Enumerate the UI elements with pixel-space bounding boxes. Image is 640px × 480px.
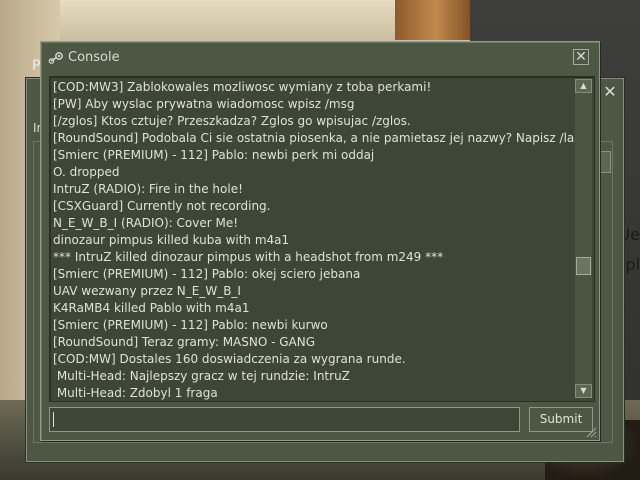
background-dialog-close-icon[interactable]: ✕ [603, 84, 617, 100]
log-scrollbar[interactable]: ▲ ▼ [575, 79, 592, 398]
close-icon: ✕ [575, 49, 587, 65]
log-line: N_E_W_B_I (RADIO): Cover Me! [53, 216, 239, 230]
log-line: [Smierc (PREMIUM) - 112] Pablo: newbi ku… [53, 318, 328, 332]
text-caret [53, 412, 54, 427]
console-titlebar[interactable]: Console ✕ [41, 42, 599, 74]
scroll-thumb[interactable] [576, 257, 591, 275]
log-line: [PW] Aby wyslac prywatna wiadomosc wpisz… [53, 97, 355, 111]
log-line: [CSXGuard] Currently not recording. [53, 199, 271, 213]
log-line: *** IntruZ killed dinozaur pimpus with a… [53, 250, 444, 264]
log-line: UAV wezwany przez N_E_W_B_I [53, 284, 241, 298]
log-line: [/zglos] Ktos cztuje? Przeszkadza? Zglos… [53, 114, 411, 128]
scroll-track[interactable] [575, 93, 592, 384]
log-line: [RoundSound] Teraz gramy: MASNO - GANG [53, 335, 316, 349]
log-line: [COD:MW3] Zablokowales mozliwosc wymiany… [53, 80, 432, 94]
log-line: [RoundSound] Podobala Ci sie ostatnia pi… [53, 131, 586, 145]
scroll-up-button[interactable]: ▲ [575, 79, 592, 93]
log-line: Multi-Head: Zdobyl 1 fraga [53, 386, 218, 400]
resize-grip-icon[interactable] [585, 426, 597, 438]
steam-icon [48, 52, 63, 64]
chevron-down-icon: ▼ [580, 386, 587, 395]
chevron-up-icon: ▲ [580, 81, 587, 90]
log-line: Multi-Head: Najlepszy gracz w tej rundzi… [53, 369, 350, 383]
command-row: Submit [49, 407, 593, 433]
log-line: dinozaur pimpus killed kuba with m4a1 [53, 233, 290, 247]
console-title: Console [68, 50, 120, 65]
log-line: [Smierc (PREMIUM) - 112] Pablo: okej sci… [53, 267, 361, 281]
close-button[interactable]: ✕ [573, 49, 589, 65]
log-line: [COD:MW] Dostales 160 doswiadczenia za w… [53, 352, 406, 366]
command-input[interactable] [49, 407, 520, 432]
console-log-lines: [COD:MW3] Zablokowales mozliwosc wymiany… [53, 79, 586, 401]
log-line: K4RaMB4 killed Pablo with m4a1 [53, 301, 250, 315]
background-dialog-scroll-stub [599, 151, 611, 173]
log-line: [Smierc (PREMIUM) - 112] Pablo: newbi pe… [53, 148, 375, 162]
console-log[interactable]: [COD:MW3] Zablokowales mozliwosc wymiany… [49, 76, 595, 402]
submit-button[interactable]: Submit [529, 407, 593, 432]
console-window: Console ✕ [COD:MW3] Zablokowales mozliwo… [40, 41, 600, 441]
log-line: O. dropped [53, 165, 120, 179]
background-wood-beam [395, 0, 475, 40]
scroll-down-button[interactable]: ▼ [575, 384, 592, 398]
log-line: IntruZ (RADIO): Fire in the hole! [53, 182, 243, 196]
